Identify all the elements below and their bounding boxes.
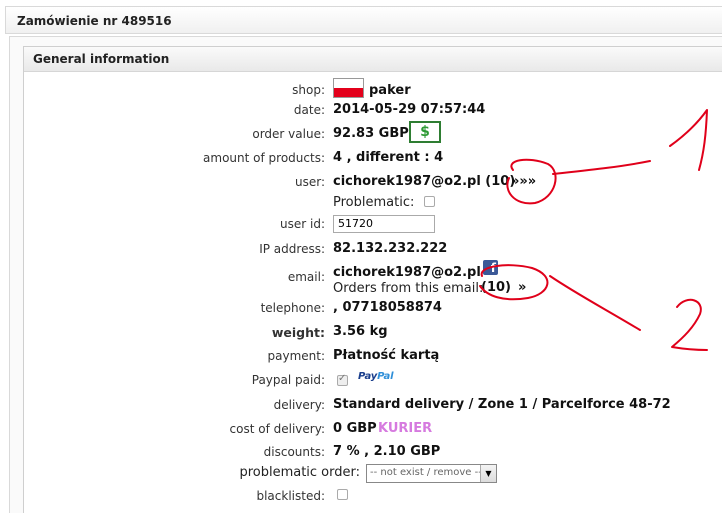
annotation-digit-1	[669, 109, 708, 171]
annotation-circle-1	[506, 158, 557, 205]
annotation-arrow-1	[552, 160, 651, 175]
annotation-circle-2	[479, 264, 549, 301]
annotation-arrow-2	[549, 275, 641, 331]
red-annotations	[479, 109, 708, 351]
annotation-digit-2	[671, 298, 708, 351]
